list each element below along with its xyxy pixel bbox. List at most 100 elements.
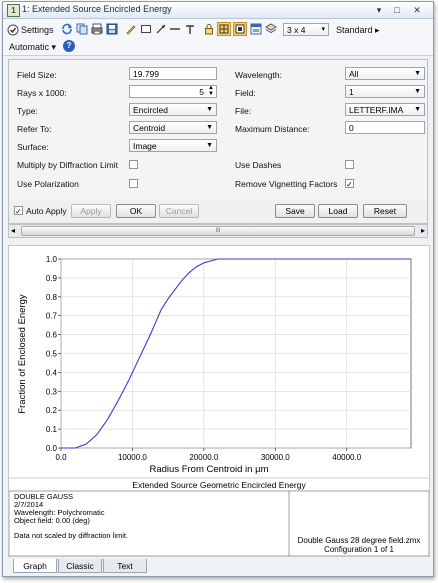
remove-vignetting-label: Remove Vignetting Factors <box>235 179 338 189</box>
y-axis-ticks: 0.0 0.1 0.2 0.3 0.4 0.5 0.6 0.7 0.8 0.9 1.0 <box>46 255 61 453</box>
rays-label: Rays x 1000: <box>17 88 67 98</box>
auto-apply-checkbox[interactable]: ✓ <box>14 206 23 216</box>
y-tick-label: 0.5 <box>46 350 58 359</box>
horizontal-scrollbar[interactable]: ◂ III ▸ <box>8 224 428 238</box>
surface-select-value: Image <box>133 141 157 151</box>
settings-check-icon[interactable] <box>7 24 19 36</box>
refresh-icon[interactable] <box>61 23 73 35</box>
rectangle-icon[interactable] <box>140 23 152 35</box>
cancel-button[interactable]: Cancel <box>159 204 199 218</box>
multiply-diffraction-label: Multiply by Diffraction Limit <box>17 160 118 170</box>
view-tabs: Graph Classic Text <box>3 558 433 576</box>
help-icon[interactable]: ? <box>63 40 75 52</box>
chevron-down-icon: ▼ <box>414 88 421 95</box>
field-size-input[interactable]: 19.799 <box>129 67 217 80</box>
surface-label: Surface: <box>17 142 49 152</box>
remove-vignetting-checkbox[interactable]: ✓ <box>345 179 354 189</box>
chart-footer-title: Extended Source Geometric Encircled Ener… <box>132 480 306 490</box>
use-dashes-label: Use Dashes <box>235 160 282 170</box>
wavelength-select[interactable]: All ▼ <box>345 67 425 80</box>
rays-stepper[interactable]: 5 <box>129 85 217 98</box>
title-bar: 1 1: Extended Source Encircled Energy ▾ … <box>3 2 433 19</box>
y-tick-label: 0.9 <box>46 274 58 283</box>
chevron-down-icon: ▾ <box>321 26 325 33</box>
field-select-value: 1 <box>349 87 354 97</box>
pencil-icon[interactable] <box>125 23 137 35</box>
copy-icon[interactable] <box>76 23 88 35</box>
tab-classic[interactable]: Classic <box>58 559 102 573</box>
reset-button[interactable]: Reset <box>363 204 407 218</box>
ok-button[interactable]: OK <box>116 204 156 218</box>
chevron-down-icon: ▸ <box>375 25 380 35</box>
x-tick-label: 40000.0 <box>332 453 361 462</box>
layers-icon[interactable] <box>265 23 277 35</box>
standard-menu[interactable]: Standard ▸ <box>336 23 380 37</box>
window-maximize-button[interactable]: □ <box>391 4 403 16</box>
y-tick-label: 0.8 <box>46 293 58 302</box>
layout-select-value: 3 x 4 <box>287 25 306 35</box>
window-app-icon: 1 <box>7 4 20 17</box>
refer-to-select[interactable]: Centroid ▼ <box>129 121 217 134</box>
load-button[interactable]: Load <box>318 204 358 218</box>
print-icon[interactable] <box>91 23 103 35</box>
arrow-line-icon[interactable] <box>155 23 167 35</box>
scroll-thumb[interactable]: III <box>21 226 415 236</box>
use-polarization-checkbox[interactable] <box>129 179 138 188</box>
x-axis-ticks: 0.0 10000.0 20000.0 30000.0 40000.0 <box>55 448 362 462</box>
chevron-down-icon: ▾ <box>51 42 57 52</box>
file-select-value: LETTERF.IMA <box>349 105 404 115</box>
x-tick-label: 20000.0 <box>189 453 218 462</box>
wavelength-select-value: All <box>349 69 359 79</box>
y-tick-label: 0.1 <box>46 425 58 434</box>
use-dashes-checkbox[interactable] <box>345 160 354 169</box>
chevron-down-icon: ▼ <box>206 106 213 113</box>
export-icon[interactable] <box>106 23 118 35</box>
y-tick-label: 0.0 <box>46 444 58 453</box>
chevron-down-icon: ▼ <box>206 142 213 149</box>
info-file-line-1: Double Gauss 28 degree field.zmx <box>298 536 421 545</box>
settings-button[interactable]: Settings <box>21 23 54 37</box>
tab-graph[interactable]: Graph <box>13 559 57 573</box>
automatic-menu[interactable]: Automatic ▾ <box>9 40 56 54</box>
analysis-window: 1 1: Extended Source Encircled Energy ▾ … <box>2 1 434 577</box>
chevron-down-icon: ▼ <box>206 124 213 131</box>
lock-icon[interactable] <box>203 23 215 35</box>
y-tick-label: 0.2 <box>46 406 58 415</box>
graph-area: 0.0 0.1 0.2 0.3 0.4 0.5 0.6 0.7 0.8 0.9 1.0 0.0 100… <box>8 245 430 557</box>
window-close-button[interactable]: ✕ <box>411 4 423 16</box>
scroll-right-icon[interactable]: ▸ <box>421 225 425 236</box>
field-size-label: Field Size: <box>17 70 57 80</box>
multiply-diffraction-checkbox[interactable] <box>129 160 138 169</box>
x-axis-label: Radius From Centroid in µm <box>150 464 269 475</box>
surface-select[interactable]: Image ▼ <box>129 139 217 152</box>
file-select[interactable]: LETTERF.IMA ▼ <box>345 103 425 116</box>
layout-select[interactable]: 3 x 4 ▾ <box>283 23 329 36</box>
type-select-value: Encircled <box>133 105 168 115</box>
info-note: Data not scaled by diffraction limit. <box>14 531 128 540</box>
field-label: Field: <box>235 88 256 98</box>
save-button[interactable]: Save <box>275 204 315 218</box>
scroll-left-icon[interactable]: ◂ <box>11 225 15 236</box>
line-icon[interactable] <box>169 23 181 35</box>
apply-button[interactable]: Apply <box>71 204 111 218</box>
toolbar: Settings 3 x 4 ▾ Standard ▸ Automatic ▾ ? <box>3 19 433 56</box>
window-pin-button[interactable]: ▾ <box>373 4 385 16</box>
auto-apply-label: Auto Apply <box>26 206 67 216</box>
window-layout-icon[interactable] <box>250 23 262 35</box>
stepper-arrows-icon[interactable]: ▲ ▼ <box>208 85 214 97</box>
y-tick-label: 1.0 <box>46 255 58 264</box>
refer-to-label: Refer To: <box>17 124 52 134</box>
max-distance-input[interactable]: 0 <box>345 121 425 134</box>
grid-toggle-icon[interactable] <box>217 22 231 36</box>
y-tick-label: 0.3 <box>46 387 58 396</box>
file-label: File: <box>235 106 252 116</box>
type-select[interactable]: Encircled ▼ <box>129 103 217 116</box>
chevron-down-icon: ▼ <box>414 106 421 113</box>
y-tick-label: 0.7 <box>46 312 58 321</box>
wavelength-label: Wavelength: <box>235 70 282 80</box>
info-file-line-2: Configuration 1 of 1 <box>324 545 394 554</box>
tab-text[interactable]: Text <box>103 559 147 573</box>
text-annotation-icon[interactable] <box>184 23 196 35</box>
zoom-box-icon[interactable] <box>233 22 247 36</box>
field-select[interactable]: 1 ▼ <box>345 85 425 98</box>
